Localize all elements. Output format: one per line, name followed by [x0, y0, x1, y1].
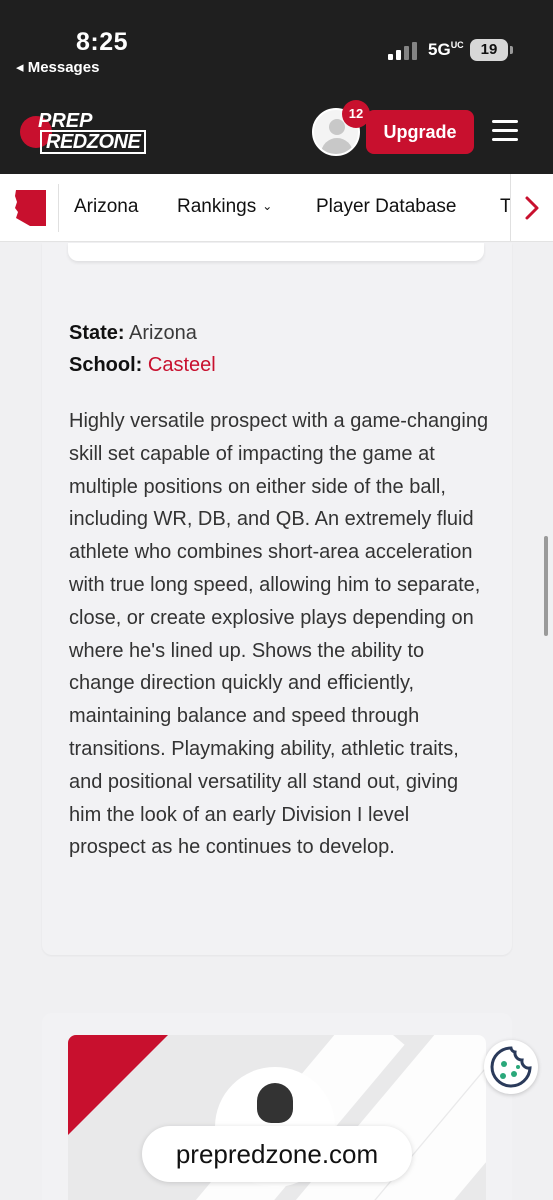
red-corner-decoration	[68, 1035, 168, 1135]
status-bar: 8:25 ◂ Messages 5GUC 19	[0, 0, 553, 92]
nav-scroll-right-button[interactable]	[510, 174, 553, 241]
player-stats-card-bottom	[68, 243, 484, 261]
school-link[interactable]: Casteel	[148, 354, 216, 376]
battery-icon: 19	[470, 39, 513, 61]
scrollbar[interactable]	[544, 536, 548, 636]
nav-item-player-database[interactable]: Player Database	[316, 196, 456, 218]
domain-watermark: prepredzone.com	[142, 1126, 412, 1182]
signal-icon	[388, 42, 420, 60]
state-value: Arizona	[129, 322, 197, 344]
clock: 8:25	[76, 28, 129, 56]
network-indicator: 5GUC	[428, 40, 464, 59]
nav-item-arizona[interactable]: Arizona	[74, 196, 138, 218]
school-row: School: Casteel	[69, 354, 216, 376]
cookie-icon	[490, 1046, 532, 1088]
cookie-settings-button[interactable]	[484, 1040, 538, 1094]
player-profile-card: State: Arizona School: Casteel Highly ve…	[42, 243, 512, 955]
player-description: Highly versatile prospect with a game-ch…	[69, 410, 489, 859]
chevron-right-icon	[525, 196, 539, 220]
site-header: PREP REDZONE 12 Upgrade	[0, 92, 553, 174]
player-silhouette-icon	[257, 1083, 293, 1123]
player-info: State: Arizona School: Casteel	[69, 317, 216, 381]
upgrade-button[interactable]: Upgrade	[366, 110, 474, 154]
chevron-down-icon: ⌄	[262, 199, 273, 213]
prep-redzone-logo[interactable]: PREP REDZONE	[20, 110, 147, 154]
back-to-messages-link[interactable]: ◂ Messages	[16, 58, 99, 76]
nav-item-rankings[interactable]: Rankings ⌄	[177, 196, 272, 218]
state-row: State: Arizona	[69, 322, 197, 344]
arizona-state-icon[interactable]	[12, 188, 48, 228]
menu-icon[interactable]	[492, 120, 518, 142]
state-nav-bar: Arizona Rankings ⌄ Player Database T	[0, 174, 553, 242]
